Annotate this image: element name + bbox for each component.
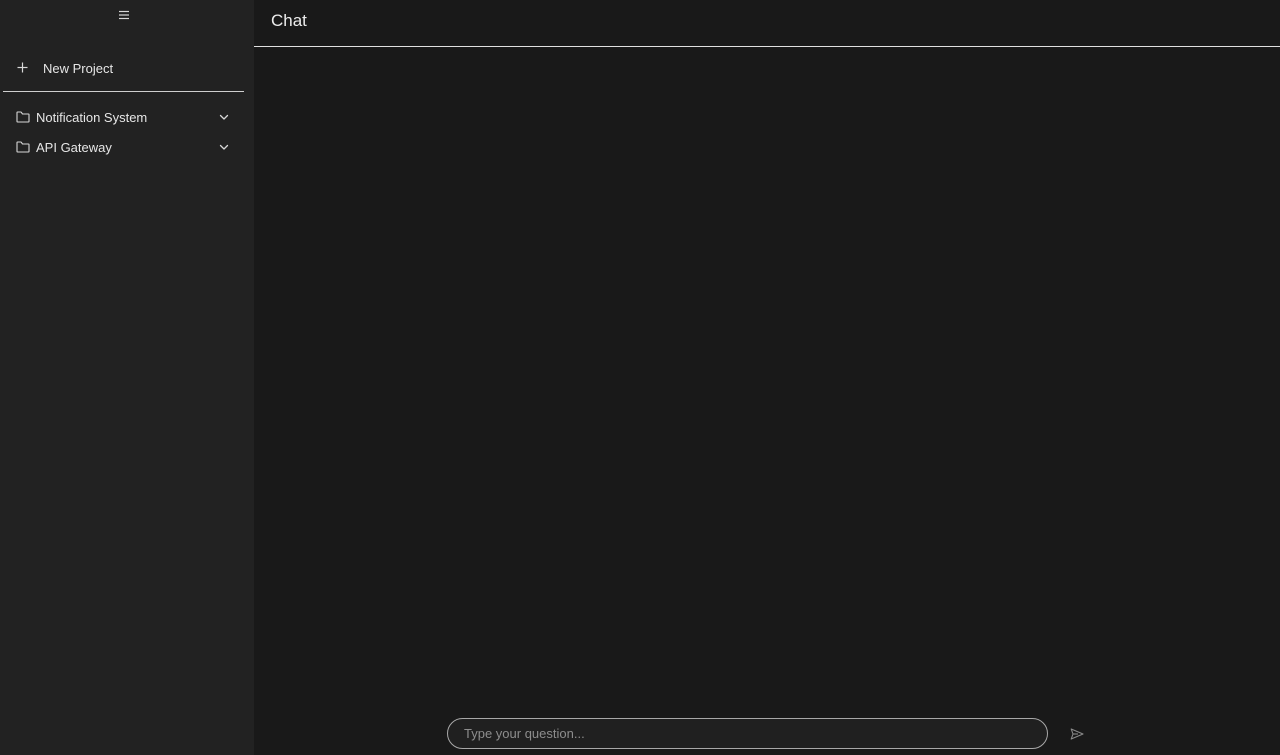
chat-messages-area — [254, 47, 1280, 707]
send-button[interactable] — [1067, 725, 1087, 743]
chevron-down-icon[interactable] — [218, 112, 230, 122]
chat-composer — [447, 718, 1048, 749]
send-icon — [1070, 728, 1084, 740]
folder-icon — [16, 141, 30, 153]
project-item-notification-system[interactable]: Notification System — [3, 104, 244, 130]
question-input[interactable] — [464, 719, 1034, 748]
page-title: Chat — [271, 11, 307, 30]
new-project-button[interactable]: New Project — [3, 54, 244, 82]
chevron-down-icon[interactable] — [218, 142, 230, 152]
project-item-api-gateway[interactable]: API Gateway — [3, 134, 244, 160]
folder-icon — [16, 111, 30, 123]
chat-header: Chat — [254, 0, 1280, 47]
plus-icon — [17, 62, 28, 73]
project-label: API Gateway — [36, 140, 112, 155]
sidebar: New Project Notification System API Gate… — [0, 0, 254, 755]
menu-icon — [119, 10, 129, 20]
project-label: Notification System — [36, 110, 148, 125]
new-project-label: New Project — [43, 61, 114, 76]
sidebar-divider — [3, 91, 244, 92]
sidebar-toggle-button[interactable] — [114, 5, 134, 25]
app-window: New Project Notification System API Gate… — [0, 0, 1280, 755]
